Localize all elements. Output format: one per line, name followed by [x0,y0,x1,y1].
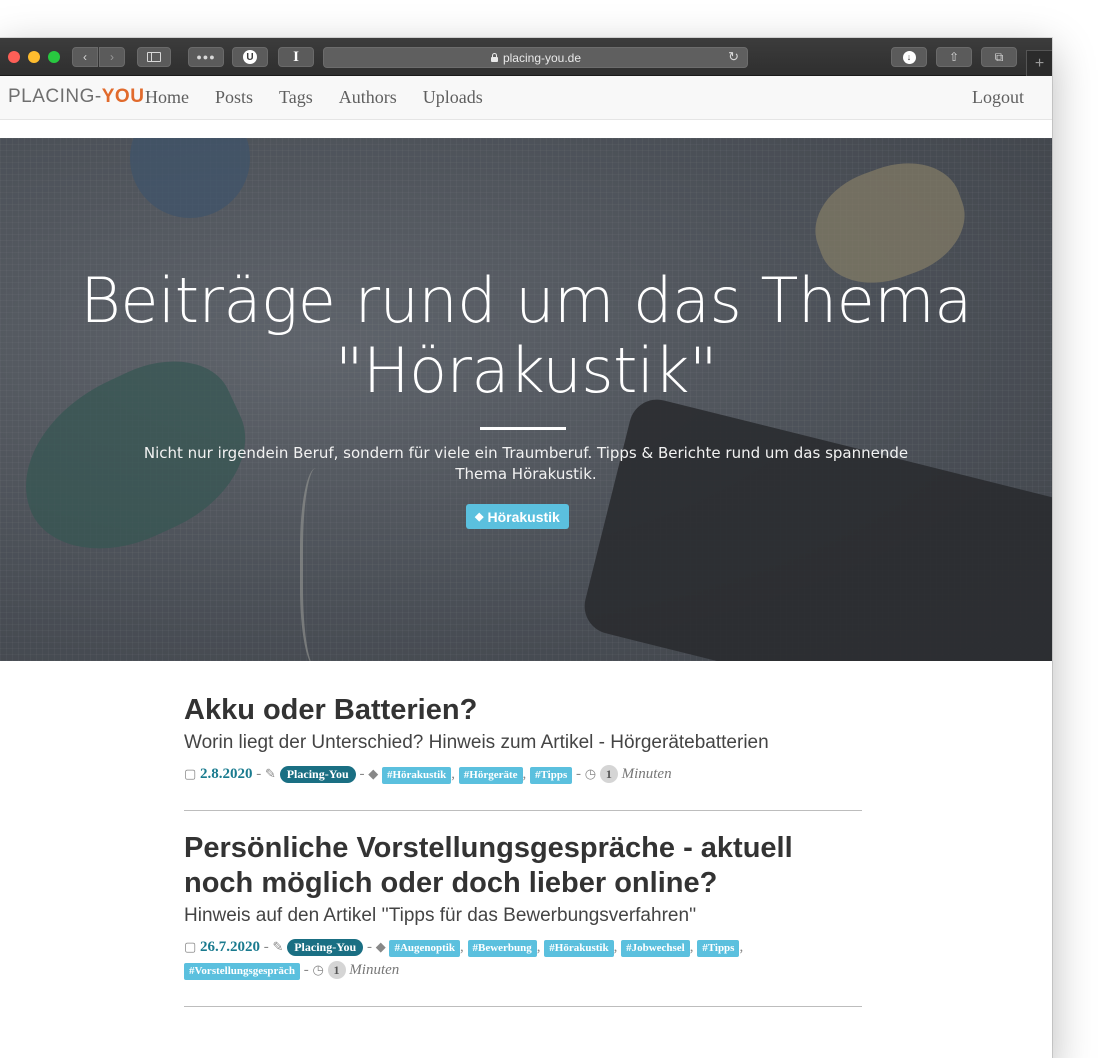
chevron-right-icon: › [110,50,114,64]
post-tag[interactable]: #Hörakustik [544,940,614,957]
share-icon: ⇧ [948,50,960,64]
new-tab-button[interactable]: + [1026,50,1052,76]
hero-banner: Beiträge rund um das Thema "Hörakustik" … [0,138,1052,661]
hero-title-line-1: Beiträge rund um das Thema [80,264,972,337]
address-bar-url: placing-you.de [502,50,582,65]
calendar-icon: ▢ [184,940,197,955]
site-logo[interactable]: PLACING-YOU [8,86,144,108]
hero-tag-label: Hörakustik [487,508,560,525]
zoom-window-button[interactable] [48,51,60,63]
post-tag[interactable]: #Vorstellungsgespräch [184,963,300,980]
read-time-unit: Minuten [349,962,400,978]
meta-separator: - [303,962,309,978]
nav-link-tags[interactable]: Tags [279,87,313,108]
nav-links: Home Posts Tags Authors Uploads [145,87,483,108]
post-tag[interactable]: #Jobwechsel [621,940,690,957]
clock-icon: ◷ [312,963,324,978]
meta-separator: - [359,766,365,782]
nav-link-home[interactable]: Home [145,87,189,108]
post-subtitle: Worin liegt der Unterschied? Hinweis zum… [184,732,769,753]
meta-separator: - [575,766,581,782]
sidebar-toggle-button[interactable] [137,47,171,67]
logout-link[interactable]: Logout [972,87,1024,108]
post-tag[interactable]: #Bewerbung [467,940,537,957]
meta-separator: - [256,766,262,782]
show-tabs-button[interactable]: ⧉ [981,47,1017,67]
post-tag[interactable]: #Hörgeräte [458,767,523,784]
post-meta: ▢ 2.8.2020 - ✎ Placing-You - ◆ #Hörakust… [184,765,672,784]
extension-dots-button[interactable]: ●●● [188,47,224,67]
meta-separator: - [263,939,269,955]
lock-icon [490,53,499,62]
address-bar[interactable]: placing-you.de ↻ [323,47,748,68]
post-tag[interactable]: #Hörakustik [381,767,452,784]
share-button[interactable]: ⇧ [936,47,972,67]
post-tag[interactable]: #Augenoptik [389,940,460,957]
tags-icon: ◆ [375,940,386,955]
post-date: 26.7.2020 [200,939,261,955]
back-button[interactable]: ‹ [72,47,98,67]
post-author-badge[interactable]: Placing-You [287,939,364,956]
nav-link-uploads[interactable]: Uploads [423,87,483,108]
read-time-unit: Minuten [621,766,672,782]
post-item: Persönliche Vorstellungsgespräche - aktu… [184,831,862,1007]
clock-icon: ◷ [584,767,597,782]
chevron-left-icon: ‹ [83,50,87,64]
download-icon: ↓ [902,50,916,64]
edit-icon: ✎ [272,940,284,955]
post-author-badge[interactable]: Placing-You [279,766,356,783]
browser-toolbar: ‹ › ●●● U I placing-you.de ↻ ↓ ⇧ ⧉ + [0,38,1052,76]
logo-accent-text: YOU [101,86,145,107]
instapaper-icon: I [293,48,299,65]
read-time-badge: 1 [327,961,346,979]
more-dots-icon: ●●● [196,52,216,62]
post-title[interactable]: Persönliche Vorstellungsgespräche - aktu… [184,831,862,901]
reload-icon[interactable]: ↻ [728,49,739,65]
minimize-window-button[interactable] [28,51,40,63]
post-tag[interactable]: #Tipps [530,767,573,784]
calendar-icon: ▢ [184,767,197,782]
post-meta: ▢ 26.7.2020 - ✎ Placing-You - ◆ #Augenop… [184,939,744,980]
ublock-extension-button[interactable]: U [232,47,268,67]
read-time-badge: 1 [599,765,618,783]
edit-icon: ✎ [265,767,276,782]
site-navbar: PLACING-YOU Home Posts Tags Authors Uplo… [0,76,1052,120]
ublock-icon: U [243,50,257,64]
nav-link-authors[interactable]: Authors [339,87,397,108]
downloads-button[interactable]: ↓ [891,47,927,67]
hero-divider [480,427,566,430]
hero-title: Beiträge rund um das Thema "Hörakustik" [0,266,1052,406]
hero-tag-badge[interactable]: ◆ Hörakustik [466,504,569,529]
meta-separator: - [366,939,372,955]
instapaper-extension-button[interactable]: I [278,47,314,67]
nav-link-posts[interactable]: Posts [215,87,253,108]
sidebar-icon [147,52,161,62]
logo-text: PLACING- [8,86,102,107]
post-list: Akku oder Batterien? Worin liegt der Unt… [184,693,862,1027]
post-tag[interactable]: #Tipps [697,940,740,957]
post-item: Akku oder Batterien? Worin liegt der Unt… [184,693,862,811]
hero-subtitle: Nicht nur irgendein Beruf, sondern für v… [143,444,909,483]
forward-button[interactable]: › [99,47,125,67]
plus-icon: + [1034,54,1045,72]
tabs-icon: ⧉ [994,49,1004,64]
post-title[interactable]: Akku oder Batterien? [184,693,862,728]
tag-icon: ◆ [475,511,484,523]
hero-title-line-2: "Hörakustik" [334,334,718,407]
post-subtitle: Hinweis auf den Artikel ''Tipps für das … [184,905,697,926]
tags-icon: ◆ [368,767,379,782]
post-date: 2.8.2020 [200,766,253,782]
close-window-button[interactable] [8,51,20,63]
